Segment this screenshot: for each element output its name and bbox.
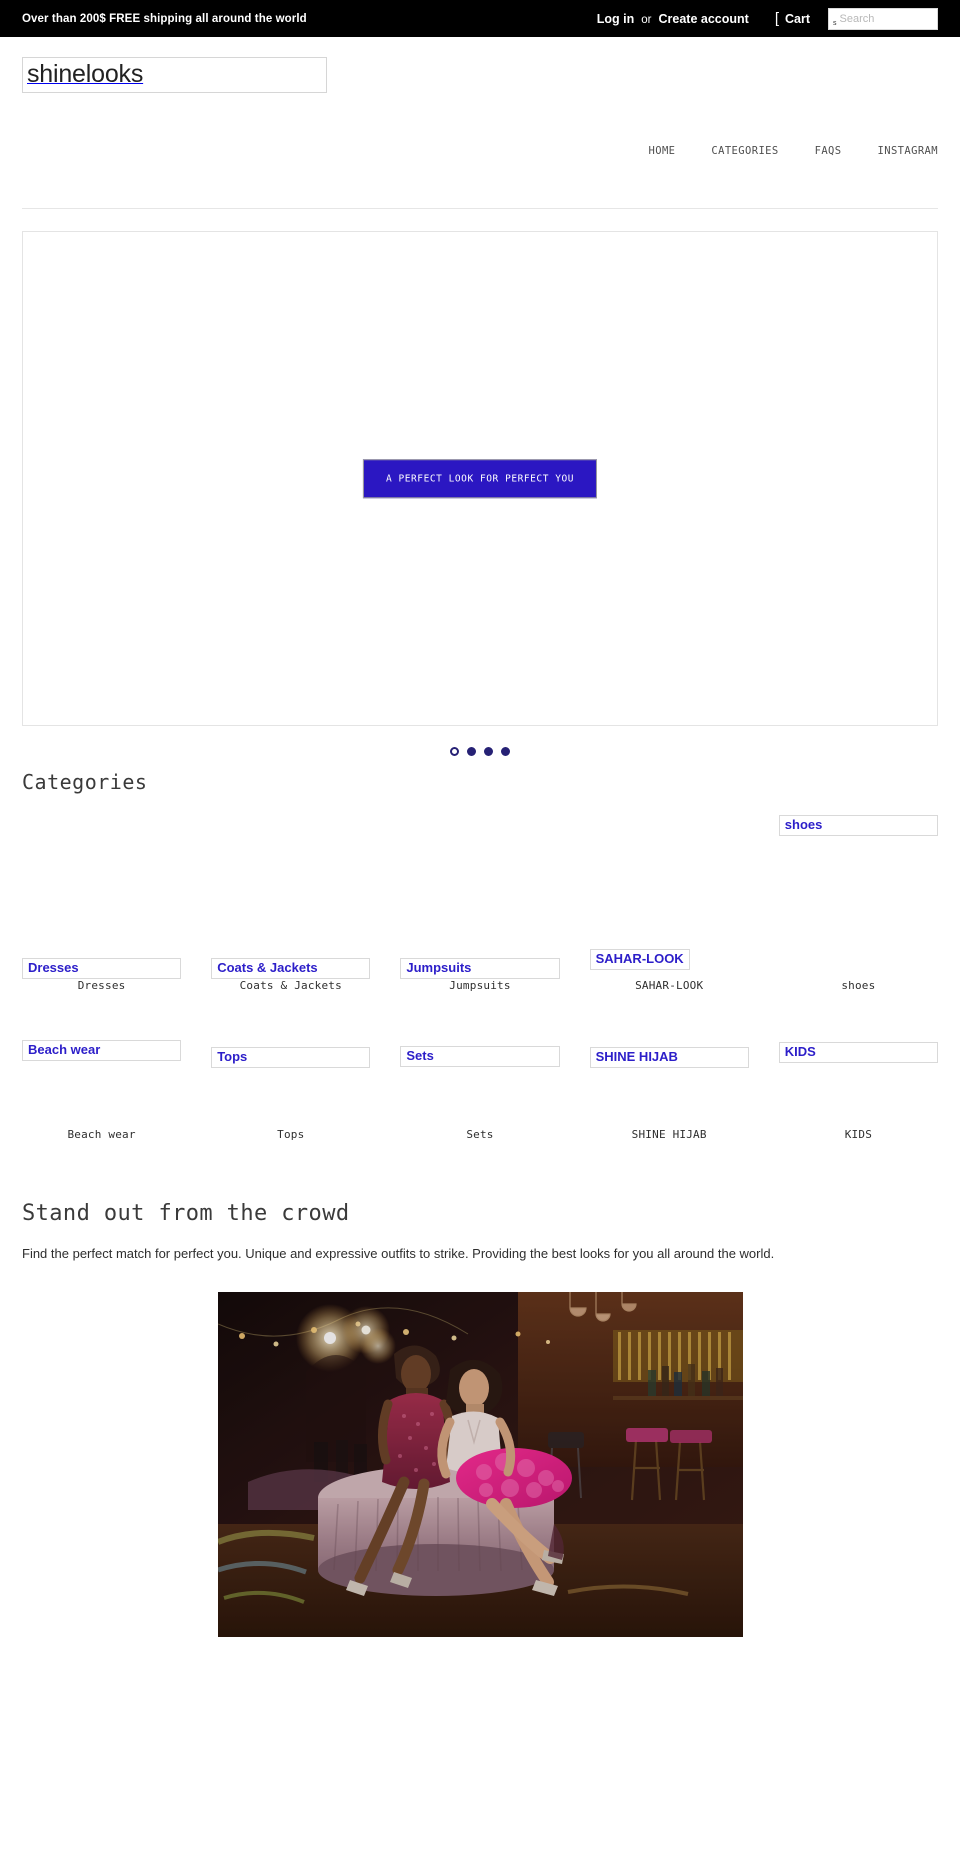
topbar-utility-group: Log in or Create account [ Cart s [597,7,938,30]
cart-label: Cart [784,11,810,26]
hero-slider: A PERFECT LOOK FOR PERFECT YOU [22,231,938,756]
account-links: Log in or Create account [597,12,749,26]
category-card-tops[interactable]: Tops Tops [211,1040,371,1141]
categories-row-1: Dresses Dresses Coats & Jackets Coats & … [22,807,938,992]
category-label-coats-jackets: Coats & Jackets [239,979,342,992]
category-label-tops: Tops [277,1128,305,1141]
nav-item-faqs[interactable]: FAQS [815,145,842,157]
category-image-alt: Tops [211,1047,371,1069]
category-image-sets: Sets [400,1040,560,1128]
category-image-alt: Beach wear [22,1040,182,1062]
category-card-sahar-look[interactable]: SAHAR-LOOK SAHAR-LOOK [589,807,749,992]
site-logo[interactable]: shinelooks [22,57,327,94]
category-card-shine-hijab[interactable]: SHINE HIJAB SHINE HIJAB [589,1040,749,1141]
search-icon: s [833,19,837,27]
categories-row-2: Beach wear Beach wear Tops Tops Sets Set… [22,1040,938,1141]
main-navigation: HOME CATEGORIES FAQS INSTAGRAM [649,145,939,157]
category-image-jumpsuits: Jumpsuits [400,807,560,979]
category-image-alt: Coats & Jackets [211,957,371,979]
category-image-alt: Sets [400,1046,560,1068]
category-label-shine-hijab: SHINE HIJAB [631,1128,707,1141]
hero-dot-3[interactable] [484,747,493,756]
category-image-alt: SHINE HIJAB [589,1047,749,1069]
announcement-text: Over than 200$ FREE shipping all around … [22,12,307,25]
login-link[interactable]: Log in [597,12,635,26]
category-image-dresses: Dresses [22,807,182,979]
site-logo-text: shinelooks [27,60,144,88]
category-card-coats-jackets[interactable]: Coats & Jackets Coats & Jackets [211,807,371,992]
category-card-beach-wear[interactable]: Beach wear Beach wear [22,1040,182,1141]
standout-section: Stand out from the crowd Find the perfec… [0,1201,960,1263]
category-label-shoes: shoes [841,979,876,992]
category-label-beach-wear: Beach wear [67,1128,136,1141]
account-separator: or [641,13,652,26]
category-image-alt: Dresses [22,957,182,979]
cart-link[interactable]: [ Cart [775,11,810,26]
hero-dot-4[interactable] [501,747,510,756]
category-label-sets: Sets [466,1128,494,1141]
hero-cta-button[interactable]: A PERFECT LOOK FOR PERFECT YOU [362,458,598,499]
category-label-dresses: Dresses [77,979,126,992]
nav-item-categories[interactable]: CATEGORIES [711,145,778,157]
standout-title: Stand out from the crowd [22,1201,350,1226]
nav-item-instagram[interactable]: INSTAGRAM [878,145,939,157]
nav-item-home[interactable]: HOME [649,145,676,157]
category-image-alt: SAHAR-LOOK [589,948,690,970]
categories-section: Categories Dresses Dresses Coats & Jacke… [0,770,960,1141]
category-card-sets[interactable]: Sets Sets [400,1040,560,1141]
hero-dot-1[interactable] [450,747,459,756]
category-image-alt: shoes [778,815,938,837]
category-image-alt: KIDS [778,1042,938,1064]
announcement-bar: Over than 200$ FREE shipping all around … [0,0,960,37]
standout-body: Find the perfect match for perfect you. … [22,1246,775,1261]
category-image-beach-wear: Beach wear [22,1040,182,1128]
storefront-page: Over than 200$ FREE shipping all around … [0,0,960,1692]
category-image-alt: Jumpsuits [400,957,560,979]
category-card-dresses[interactable]: Dresses Dresses [22,807,182,992]
category-image-shine-hijab: SHINE HIJAB [589,1040,749,1128]
category-card-kids[interactable]: KIDS KIDS [778,1040,938,1141]
cart-bracket-icon: [ [774,10,779,27]
category-image-kids: KIDS [778,1040,938,1128]
search-input[interactable] [839,12,933,25]
feature-photo [217,1292,743,1638]
hero-slider-dots [23,747,937,756]
category-image-tops: Tops [211,1040,371,1128]
category-label-sahar-look: SAHAR-LOOK [635,979,704,992]
category-label-kids: KIDS [844,1128,873,1141]
category-card-jumpsuits[interactable]: Jumpsuits Jumpsuits [400,807,560,992]
category-card-shoes[interactable]: shoes shoes [778,807,938,992]
category-image-sahar-look: SAHAR-LOOK [589,807,749,979]
category-image-coats-jackets: Coats & Jackets [211,807,371,979]
category-label-jumpsuits: Jumpsuits [449,979,511,992]
header-divider [22,208,938,209]
categories-title: Categories [22,770,148,794]
create-account-link[interactable]: Create account [659,12,749,26]
feature-photo-wrap [0,1292,960,1692]
hero-dot-2[interactable] [467,747,476,756]
category-image-shoes: shoes [778,807,938,979]
site-header: shinelooks HOME CATEGORIES FAQS INSTAGRA… [0,37,960,209]
search-box[interactable]: s [828,7,938,30]
